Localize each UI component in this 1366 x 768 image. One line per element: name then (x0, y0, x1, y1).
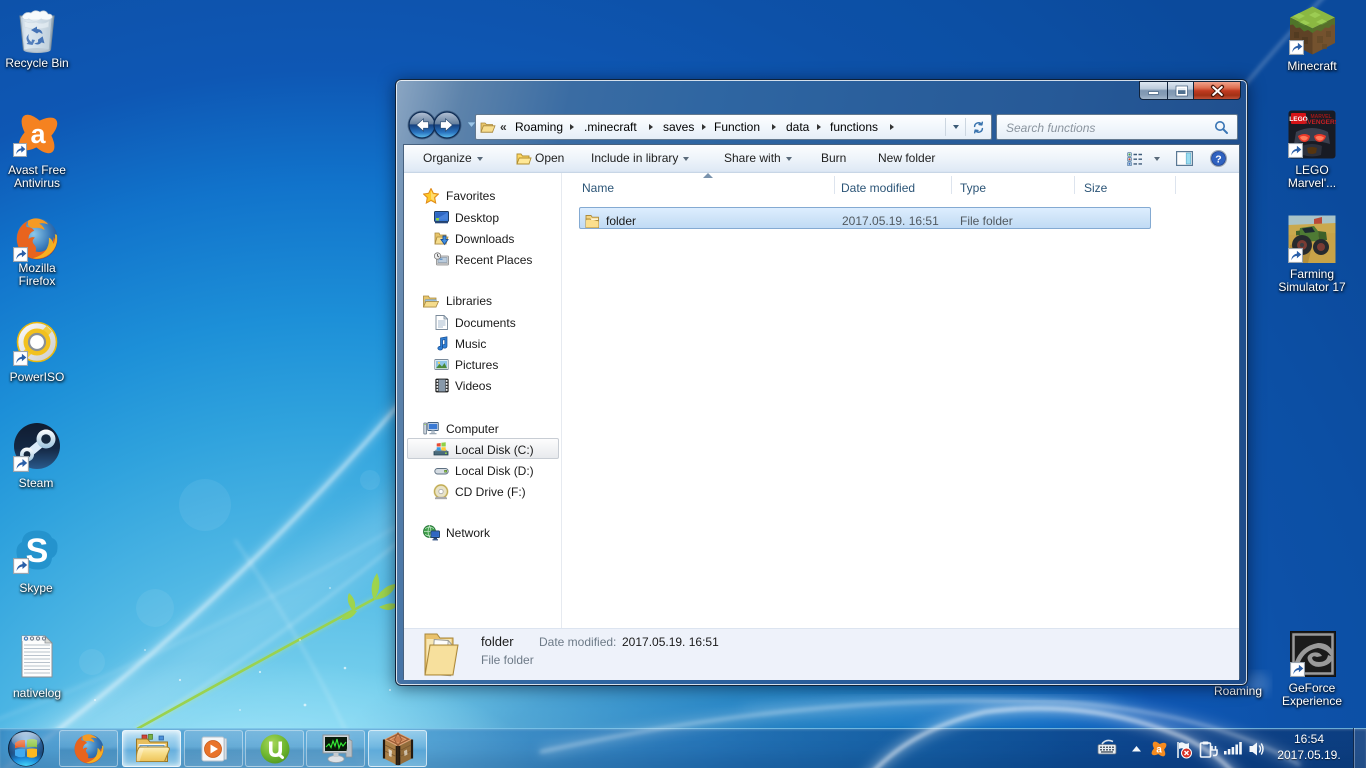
svg-text:AVENGERS: AVENGERS (1303, 119, 1336, 126)
svg-text:a: a (30, 119, 46, 149)
svg-text:?: ? (1215, 154, 1221, 166)
svg-text:a: a (1156, 745, 1162, 756)
svg-text:S: S (26, 532, 49, 570)
